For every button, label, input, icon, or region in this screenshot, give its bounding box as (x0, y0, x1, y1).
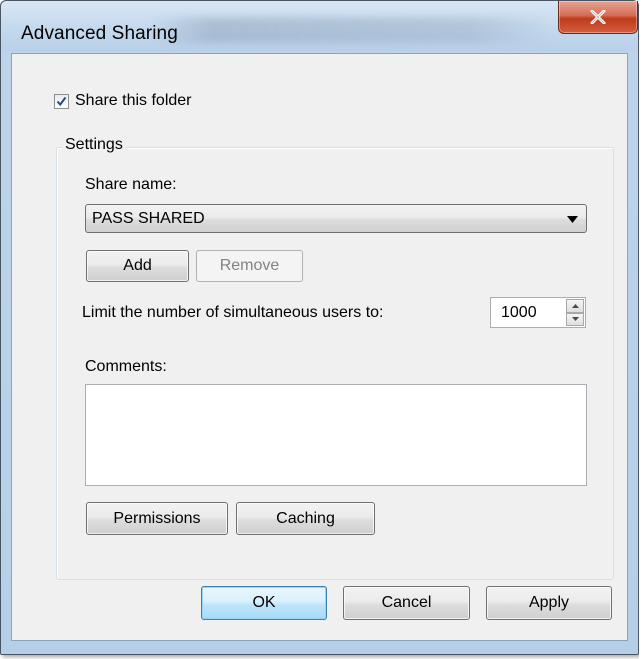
cancel-button[interactable]: Cancel (343, 586, 470, 620)
spin-up-icon (571, 303, 579, 308)
stepper-buttons (566, 299, 584, 326)
add-button[interactable]: Add (86, 250, 189, 282)
user-limit-value[interactable]: 1000 (501, 304, 537, 322)
stepper-down-button[interactable] (566, 312, 584, 326)
advanced-sharing-dialog: Advanced Sharing Share this folder Setti… (0, 0, 639, 655)
user-limit-stepper[interactable]: 1000 (490, 297, 586, 328)
share-folder-checkbox[interactable] (54, 93, 69, 109)
caching-button[interactable]: Caching (236, 502, 375, 535)
share-name-dropdown[interactable]: PASS SHARED (85, 204, 587, 233)
share-name-value: PASS SHARED (92, 210, 205, 227)
comments-textarea[interactable] (85, 384, 587, 486)
close-button[interactable] (558, 1, 638, 34)
spin-down-icon (571, 317, 579, 322)
title-bar[interactable]: Advanced Sharing (1, 1, 638, 51)
ok-button[interactable]: OK (201, 586, 327, 620)
window-title: Advanced Sharing (21, 23, 178, 44)
checkmark-icon (56, 96, 67, 106)
title-bar-background-blur (151, 17, 551, 43)
close-icon (590, 10, 606, 24)
share-folder-label: Share this folder (75, 92, 192, 109)
permissions-button[interactable]: Permissions (86, 502, 228, 535)
dialog-client-area: Share this folder Settings Share name: P… (11, 53, 628, 641)
share-name-label: Share name: (85, 176, 177, 193)
share-folder-checkbox-row[interactable]: Share this folder (54, 92, 192, 110)
remove-button: Remove (196, 250, 303, 282)
screen: Advanced Sharing Share this folder Setti… (0, 0, 643, 659)
user-limit-label: Limit the number of simultaneous users t… (82, 304, 384, 321)
settings-group-title: Settings (62, 136, 126, 154)
stepper-up-button[interactable] (566, 299, 584, 313)
apply-button[interactable]: Apply (486, 586, 612, 620)
background-edge (639, 0, 643, 659)
chevron-down-icon (567, 216, 578, 223)
comments-label: Comments: (85, 358, 167, 375)
